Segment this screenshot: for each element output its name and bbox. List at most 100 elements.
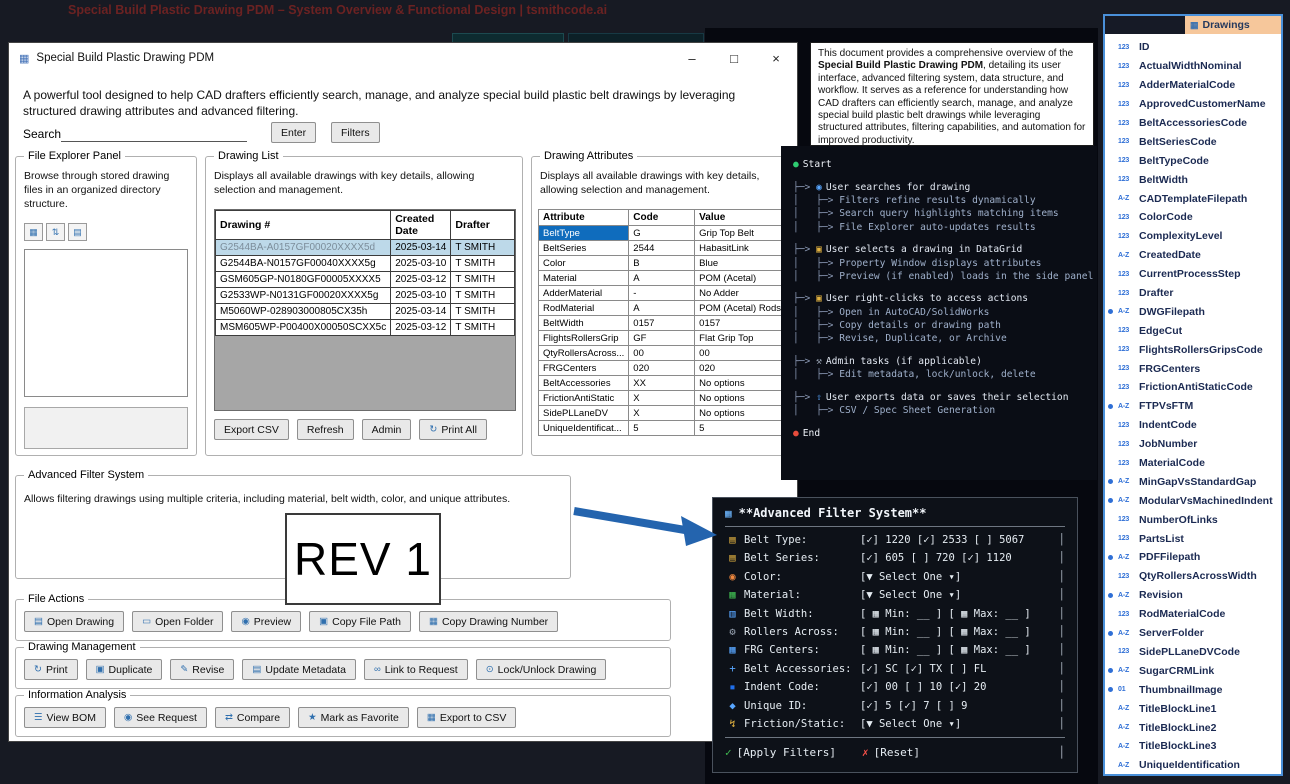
maximize-button[interactable]: □	[713, 43, 755, 73]
action-button[interactable]: ▭ Open Folder	[132, 611, 223, 632]
attribute-row[interactable]: FRGCenters 020 020	[539, 361, 786, 376]
filter-row[interactable]: ▦ FRG Centers: [ ▦ Min: __ ] [ ▦ Max: __…	[725, 641, 1065, 659]
field-row[interactable]: 123 EdgeCut	[1118, 321, 1277, 340]
attribute-row[interactable]: BeltWidth 0157 0157	[539, 316, 786, 331]
field-row[interactable]: 123 RodMaterialCode	[1118, 605, 1277, 624]
action-button[interactable]: ▣ Duplicate	[86, 659, 163, 680]
minimize-button[interactable]: –	[671, 43, 713, 73]
attribute-row[interactable]: FrictionAntiStatic X No options	[539, 391, 786, 406]
filter-row[interactable]: ▦ Material: [▼ Select One ▾] │	[725, 586, 1065, 604]
enter-button[interactable]: Enter	[271, 122, 316, 143]
action-button[interactable]: ▣ Copy File Path	[309, 611, 411, 632]
field-row[interactable]: 123 ColorCode	[1118, 208, 1277, 227]
attribute-row[interactable]: UniqueIdentificat... 5 5	[539, 421, 786, 436]
drawing-list-button[interactable]: Admin	[362, 419, 412, 440]
attribute-row[interactable]: RodMaterial A POM (Acetal) Rods	[539, 301, 786, 316]
drawing-row[interactable]: GSM605GP-N0180GF00005XXXX5 2025-03-12 T …	[216, 272, 515, 288]
field-row[interactable]: 123 IndentCode	[1118, 416, 1277, 435]
field-row[interactable]: 123 CurrentProcessStep	[1118, 265, 1277, 284]
field-row[interactable]: A-Z ModularVsMachinedIndent	[1118, 491, 1277, 510]
drawing-row[interactable]: M5060WP-028903000805CX35h 2025-03-14 T S…	[216, 304, 515, 320]
directory-tree[interactable]	[24, 249, 188, 397]
field-row[interactable]: A-Z CADTemplateFilepath	[1118, 189, 1277, 208]
field-row[interactable]: A-Z TitleBlockLine2	[1118, 718, 1277, 737]
action-button[interactable]: ▤ Update Metadata	[242, 659, 356, 680]
filter-row[interactable]: + Belt Accessories: [✓] SC [✓] TX [ ] FL…	[725, 660, 1065, 678]
field-row[interactable]: A-Z FTPVsFTM	[1118, 397, 1277, 416]
action-button[interactable]: ✎ Revise	[170, 659, 234, 680]
explorer-view-button[interactable]: ▦	[24, 223, 43, 241]
close-button[interactable]: ×	[755, 43, 797, 73]
filter-row[interactable]: ▤ Belt Type: [✓] 1220 [✓] 2533 [ ] 5067 …	[725, 531, 1065, 549]
field-row[interactable]: 123 PartsList	[1118, 529, 1277, 548]
filter-row[interactable]: ⚙ Rollers Across: [ ▦ Min: __ ] [ ▦ Max:…	[725, 623, 1065, 641]
apply-filters-button[interactable]: ✓ [Apply Filters]	[725, 746, 836, 759]
drawing-row[interactable]: G2533WP-N0131GF00020XXXX5g 2025-03-10 T …	[216, 288, 515, 304]
action-button[interactable]: ⊙ Lock/Unlock Drawing	[476, 659, 607, 680]
field-row[interactable]: 123 FRGCenters	[1118, 359, 1277, 378]
field-row[interactable]: 123 FlightsRollersGripsCode	[1118, 340, 1277, 359]
action-button[interactable]: ★ Mark as Favorite	[298, 707, 409, 728]
field-row[interactable]: 123 MaterialCode	[1118, 454, 1277, 473]
action-button[interactable]: ▦ Export to CSV	[417, 707, 517, 728]
drawing-row[interactable]: MSM605WP-P00400X00050SCXX5c 2025-03-12 T…	[216, 320, 515, 336]
field-row[interactable]: 123 SidePLLaneDVCode	[1118, 643, 1277, 662]
filter-row[interactable]: ◉ Color: [▼ Select One ▾] │	[725, 568, 1065, 586]
drawing-row[interactable]: G2544BA-N0157GF00040XXXX5g 2025-03-10 T …	[216, 256, 515, 272]
attribute-row[interactable]: QtyRollersAcross... 00 00	[539, 346, 786, 361]
field-row[interactable]: A-Z ServerFolder	[1118, 624, 1277, 643]
drawing-list-button[interactable]: Refresh	[297, 419, 354, 440]
field-row[interactable]: 123 BeltAccessoriesCode	[1118, 114, 1277, 133]
drawings-tab[interactable]: ▦ Drawings	[1185, 16, 1281, 34]
field-row[interactable]: A-Z TitleBlockLine3	[1118, 737, 1277, 756]
attribute-row[interactable]: FlightsRollersGrip GF Flat Grip Top	[539, 331, 786, 346]
field-row[interactable]: A-Z UniqueIdentification	[1118, 756, 1277, 775]
field-row[interactable]: 123 ActualWidthNominal	[1118, 57, 1277, 76]
field-row[interactable]: A-Z TitleBlockLine1	[1118, 699, 1277, 718]
field-row[interactable]: A-Z CreatedDate	[1118, 246, 1277, 265]
action-button[interactable]: ▤ Open Drawing	[24, 611, 124, 632]
drawing-list-button[interactable]: ↻ Print All	[419, 419, 487, 440]
action-button[interactable]: ◉ Preview	[231, 611, 301, 632]
action-button[interactable]: ∞ Link to Request	[364, 659, 468, 680]
field-row[interactable]: 123 BeltWidth	[1118, 170, 1277, 189]
field-row[interactable]: A-Z DWGFilepath	[1118, 302, 1277, 321]
drawing-list-button[interactable]: Export CSV	[214, 419, 289, 440]
explorer-view-button[interactable]: ⇅	[46, 223, 65, 241]
field-row[interactable]: 123 FrictionAntiStaticCode	[1118, 378, 1277, 397]
attribute-row[interactable]: BeltSeries 2544 HabasitLink	[539, 241, 786, 256]
field-row[interactable]: 123 BeltTypeCode	[1118, 151, 1277, 170]
filter-row[interactable]: ▥ Belt Width: [ ▦ Min: __ ] [ ▦ Max: __ …	[725, 605, 1065, 623]
attribute-row[interactable]: BeltType G Grip Top Belt	[539, 226, 786, 241]
attribute-row[interactable]: SidePLLaneDV X No options	[539, 406, 786, 421]
filter-row[interactable]: ▪ Indent Code: [✓] 00 [ ] 10 [✓] 20 │	[725, 678, 1065, 696]
field-row[interactable]: 123 ID	[1118, 38, 1277, 57]
field-row[interactable]: A-Z Revision	[1118, 586, 1277, 605]
attribute-row[interactable]: BeltAccessories XX No options	[539, 376, 786, 391]
field-row[interactable]: A-Z MinGapVsStandardGap	[1118, 472, 1277, 491]
filters-button[interactable]: Filters	[331, 122, 380, 143]
action-button[interactable]: ☰ View BOM	[24, 707, 106, 728]
action-button[interactable]: ⇄ Compare	[215, 707, 290, 728]
drawing-row[interactable]: G2544BA-A0157GF00020XXXX5d 2025-03-14 T …	[216, 240, 515, 256]
action-button[interactable]: ◉ See Request	[114, 707, 207, 728]
field-row[interactable]: A-Z PDFFilepath	[1118, 548, 1277, 567]
filter-row[interactable]: ↯ Friction/Static: [▼ Select One ▾] │	[725, 715, 1065, 733]
field-row[interactable]: 123 ApprovedCustomerName	[1118, 95, 1277, 114]
field-row[interactable]: 01 ThumbnailImage	[1118, 680, 1277, 699]
reset-button[interactable]: ✗ [Reset]	[862, 746, 920, 759]
field-row[interactable]: 123 AdderMaterialCode	[1118, 76, 1277, 95]
search-input[interactable]	[61, 121, 247, 142]
field-row[interactable]: A-Z SugarCRMLink	[1118, 661, 1277, 680]
action-button[interactable]: ↻ Print	[24, 659, 78, 680]
action-button[interactable]: ▦ Copy Drawing Number	[419, 611, 558, 632]
field-row[interactable]: 123 Drafter	[1118, 284, 1277, 303]
field-row[interactable]: 123 ComplexityLevel	[1118, 227, 1277, 246]
field-row[interactable]: 123 BeltSeriesCode	[1118, 132, 1277, 151]
field-row[interactable]: 123 QtyRollersAcrossWidth	[1118, 567, 1277, 586]
explorer-view-button[interactable]: ▤	[68, 223, 87, 241]
field-row[interactable]: 123 NumberOfLinks	[1118, 510, 1277, 529]
field-row[interactable]: 123 JobNumber	[1118, 435, 1277, 454]
filter-row[interactable]: ▤ Belt Series: [✓] 605 [ ] 720 [✓] 1120 …	[725, 549, 1065, 567]
attribute-row[interactable]: AdderMaterial - No Adder	[539, 286, 786, 301]
